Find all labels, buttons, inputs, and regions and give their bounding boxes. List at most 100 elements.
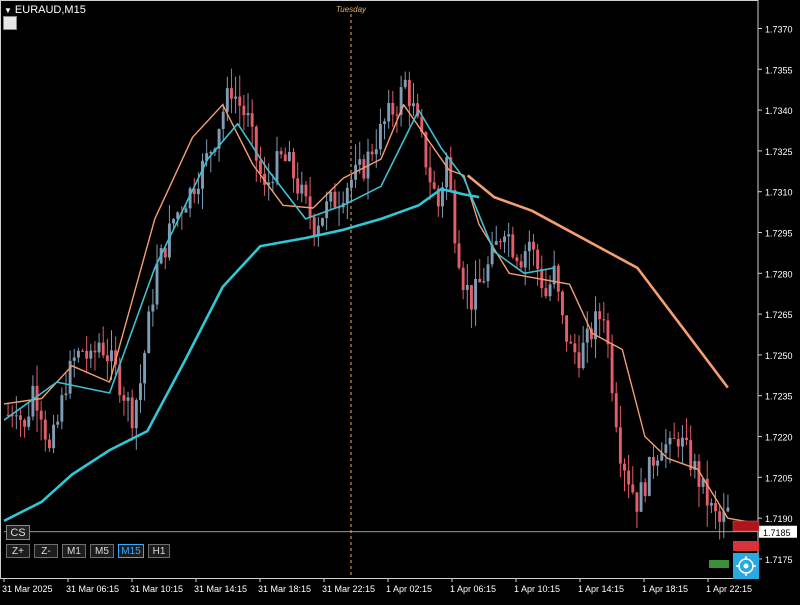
candle-body <box>482 281 486 283</box>
candle-body <box>14 415 18 417</box>
candle-body <box>573 343 577 353</box>
candle-body <box>275 151 279 183</box>
candle-body <box>412 103 415 107</box>
candle-body <box>507 234 511 237</box>
candle-body <box>474 278 478 310</box>
candle-body <box>445 157 449 188</box>
x-tick-label: 31 Mar 14:15 <box>194 584 247 594</box>
y-tick-label: 1.7265 <box>765 310 793 320</box>
candle-body <box>52 424 56 449</box>
candle-body <box>19 415 22 420</box>
candle-body <box>548 284 552 297</box>
candle-body <box>532 241 535 250</box>
crosshair-target-icon <box>736 556 756 576</box>
navigator-button[interactable] <box>733 553 759 579</box>
x-tick-label: 1 Apr 02:15 <box>386 584 432 594</box>
candle-body <box>225 88 229 112</box>
candle-body <box>498 241 502 243</box>
candle-body <box>329 191 333 202</box>
candle-body <box>89 350 93 359</box>
candle-body <box>503 236 506 243</box>
candle-body <box>242 105 246 116</box>
candle-body <box>378 123 382 150</box>
day-separator-label: Tuesday <box>336 5 367 14</box>
candle-body <box>565 315 569 342</box>
candle-body <box>292 152 295 179</box>
y-tick-label: 1.7310 <box>765 188 793 198</box>
x-tick-label: 1 Apr 22:15 <box>706 584 752 594</box>
candle-body <box>652 456 655 466</box>
candle-body <box>27 416 31 427</box>
zoom-in-button[interactable]: Z+ <box>6 544 30 558</box>
candle-body <box>254 126 258 161</box>
x-tick-label: 1 Apr 06:15 <box>450 584 496 594</box>
candle-body <box>623 463 626 471</box>
candle-body <box>610 344 614 394</box>
candle-body <box>43 419 47 440</box>
candle-body <box>333 191 337 208</box>
candle-body <box>350 179 353 188</box>
candle-body <box>300 184 304 194</box>
zoom-out-button[interactable]: Z- <box>34 544 58 558</box>
timeframe-m15-button[interactable]: M15 <box>118 544 144 558</box>
candle-body <box>680 437 684 447</box>
candle-body <box>544 288 548 297</box>
candle-body <box>486 264 490 282</box>
timeframe-h1-button[interactable]: H1 <box>148 544 170 558</box>
candle-body <box>668 437 672 445</box>
candle-body <box>585 328 589 343</box>
candle-body <box>196 188 200 195</box>
chevron-down-icon[interactable]: ▼ <box>4 6 12 15</box>
timeframe-m1-button[interactable]: M1 <box>62 544 86 558</box>
cs-button[interactable]: CS <box>6 525 30 540</box>
candle-body <box>639 482 643 512</box>
candle-body <box>72 357 76 361</box>
x-tick-label: 31 Mar 22:15 <box>322 584 375 594</box>
y-tick-label: 1.7370 <box>765 24 793 34</box>
candle-body <box>110 350 113 362</box>
y-tick-label: 1.7325 <box>765 147 793 157</box>
candle-body <box>560 291 564 316</box>
candle-body <box>143 353 147 384</box>
candle-body <box>287 152 291 162</box>
candle-body <box>407 79 411 107</box>
candle-body <box>35 385 39 411</box>
candle-body <box>581 342 585 369</box>
chart-area[interactable]: 1.7175 1.7190 1.7205 1.7220 1.7235 1.7250 1.72… <box>0 0 800 600</box>
candle-body <box>60 395 64 422</box>
candle-body <box>714 502 717 512</box>
candle-body <box>201 160 204 189</box>
candle-body <box>689 440 693 470</box>
slow-ma-line <box>3 187 480 523</box>
candle-body <box>246 113 250 116</box>
candle-body <box>56 421 60 425</box>
alert-marker <box>732 520 760 532</box>
candle-body <box>134 400 138 429</box>
candle-body <box>97 342 101 353</box>
candle-body <box>718 511 722 522</box>
candle-body <box>453 190 457 244</box>
one-click-trading-box[interactable] <box>3 16 17 30</box>
candle-body <box>47 439 51 449</box>
candle-body <box>39 410 43 420</box>
candle-body <box>105 355 109 362</box>
candle-body <box>391 102 395 115</box>
x-tick-label: 31 Mar 10:15 <box>130 584 183 594</box>
candle-body <box>569 341 573 344</box>
candle-body <box>511 234 515 258</box>
price-chart[interactable]: 1.7175 1.7190 1.7205 1.7220 1.7235 1.7250 1.72… <box>0 0 800 600</box>
fast-ma-line <box>3 104 759 525</box>
x-tick-label: 1 Apr 10:15 <box>514 584 560 594</box>
candle-body <box>64 393 68 396</box>
candle-body <box>478 278 482 283</box>
timeframe-m5-button[interactable]: M5 <box>90 544 114 558</box>
candle-body <box>184 208 188 213</box>
candle-body <box>126 397 130 401</box>
candle-body <box>428 167 432 183</box>
current-price-label: 1.7185 <box>763 528 791 538</box>
candle-body <box>536 249 540 269</box>
candle-body <box>387 102 391 122</box>
y-tick-label: 1.7235 <box>765 392 793 402</box>
candle-body <box>515 257 519 262</box>
candle-body <box>296 178 300 194</box>
